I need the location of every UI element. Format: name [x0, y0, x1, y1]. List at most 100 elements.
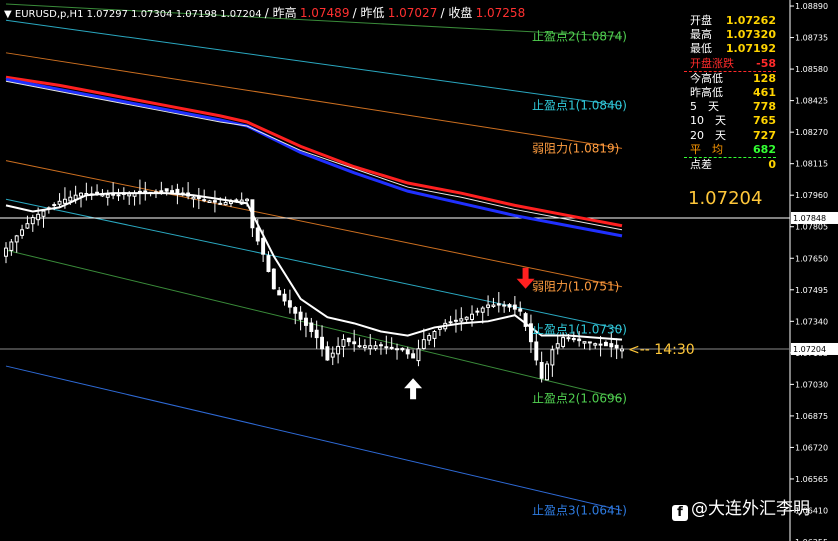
candle-body [614, 344, 619, 349]
candle-body [362, 345, 367, 349]
current-price-label: 1.07204 [793, 345, 826, 354]
candle-body [486, 304, 491, 308]
candle-body [357, 345, 362, 348]
candle-body [496, 303, 501, 306]
moving-average-ma-white-fast [5, 192, 623, 341]
prev-low-label: 昨低 [360, 6, 385, 20]
candle-body [127, 193, 132, 197]
candle-body [561, 337, 566, 347]
candle-body [587, 341, 592, 344]
current-price-display: 1.07204 [688, 188, 763, 209]
reference-price-label: 1.07848 [793, 214, 826, 223]
candle-body [400, 347, 405, 351]
symbol-dropdown-icon[interactable]: ▼ [4, 9, 12, 20]
moving-average-ma-red [5, 75, 623, 228]
candle-body [266, 255, 271, 272]
candle-body [603, 341, 608, 347]
info-row-label: 点差 [690, 157, 712, 171]
candle-body [330, 352, 335, 358]
candle-body [62, 198, 67, 204]
candle-body [405, 349, 410, 355]
prev-close-label: 收盘 [448, 6, 473, 20]
watermark: f @大连外汇李明 [672, 494, 810, 521]
y-tick-label: 1.08270 [795, 128, 828, 137]
candle-body [298, 311, 303, 320]
candle-body [191, 196, 196, 200]
info-row: 平 均 682 [684, 143, 776, 158]
candle-body [207, 200, 212, 204]
channel-line-resistance-lower [5, 160, 623, 288]
candle-body [464, 316, 469, 320]
candle-body [491, 304, 496, 307]
info-row: 开盘涨跌 -58 [684, 57, 776, 72]
info-row-label: 平 均 [690, 142, 723, 156]
info-row-value: 778 [753, 100, 776, 114]
candle-body [277, 290, 282, 296]
prev-low-value: 1.07027 [387, 6, 438, 20]
candle-body [416, 348, 421, 362]
prev-high-label: 昨高 [272, 6, 297, 20]
candle-body [105, 194, 110, 198]
info-row: 今高低 128 [684, 72, 776, 86]
y-tick-label: 1.08580 [795, 65, 828, 74]
candle-body [261, 237, 266, 255]
info-row-value: 1.07192 [725, 42, 776, 56]
level-label: 弱阻力(1.0819) [532, 141, 619, 155]
candle-body [373, 345, 378, 350]
info-row: 开盘 1.07262 [684, 14, 776, 28]
candle-body [245, 198, 250, 202]
candle-body [582, 341, 587, 344]
candle-body [30, 217, 35, 225]
candle-body [282, 293, 287, 302]
channel-line-resistance-upper [5, 52, 623, 149]
chart-header: ▼ EURUSD,p,H1 1.07297 1.07304 1.07198 1.… [4, 6, 526, 20]
prev-high-value: 1.07489 [299, 6, 350, 20]
candle-body [598, 343, 603, 346]
info-row-label: 开盘 [690, 14, 712, 27]
candle-body [212, 200, 217, 203]
candle-body [116, 194, 121, 197]
countdown-label: <-- 14:30 [628, 342, 695, 358]
candle-body [550, 349, 555, 366]
y-tick-label: 1.06720 [795, 443, 828, 452]
candle-body [336, 345, 341, 355]
candle-body [620, 348, 624, 352]
candle-body [384, 346, 389, 349]
info-row: 最低 1.07192 [684, 42, 776, 56]
y-tick-label: 1.06875 [795, 412, 828, 421]
candle-body [314, 329, 319, 339]
candle-body [555, 343, 560, 349]
info-row-label: 20 天 [690, 128, 726, 142]
candle-body [304, 317, 308, 326]
level-label: 弱阻力(1.0751) [532, 280, 619, 294]
candle-body [57, 200, 62, 205]
candle-body [287, 300, 292, 308]
y-tick-label: 1.07495 [795, 286, 828, 295]
y-tick-label: 1.08890 [795, 2, 828, 11]
info-panel: 开盘 1.07262 最高 1.07320 最低 1.07192 开盘涨跌 -58 今高低 128… [684, 14, 776, 172]
info-row-label: 5 天 [690, 100, 719, 114]
y-tick-label: 1.08115 [795, 160, 828, 169]
info-row-value: 1.07262 [725, 14, 776, 27]
info-row: 昨高低 461 [684, 86, 776, 100]
candle-body [378, 344, 383, 347]
info-row-value: 461 [753, 85, 776, 99]
candle-body [68, 196, 73, 202]
candle-body [507, 304, 512, 308]
y-tick-label: 1.07805 [795, 223, 828, 232]
info-row-value: 727 [753, 128, 776, 142]
candle-body [352, 341, 357, 345]
candle-body [368, 345, 373, 350]
candle-body [545, 363, 549, 381]
buy-arrow-icon [404, 378, 423, 400]
info-row-value: 128 [753, 71, 776, 85]
candle-body [571, 337, 576, 341]
candle-body [170, 190, 175, 193]
candle-body [14, 235, 19, 243]
candle-body [502, 304, 507, 307]
weibo-logo-icon: f [672, 505, 688, 521]
candle-body [518, 308, 523, 312]
candle-body [346, 337, 351, 343]
candle-body [320, 336, 324, 350]
info-row-label: 昨高低 [690, 85, 723, 99]
